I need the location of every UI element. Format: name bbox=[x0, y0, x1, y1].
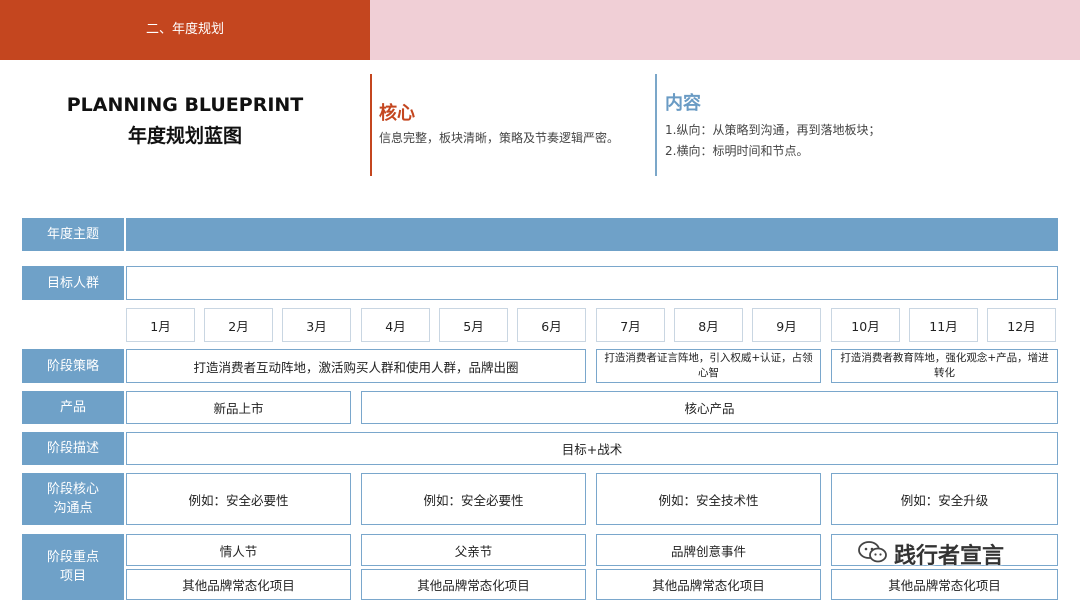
top-banner: 二、年度规划 bbox=[0, 0, 1080, 60]
month-cell: 4月 bbox=[361, 308, 430, 342]
row-label-communication: 阶段核心 沟通点 bbox=[22, 473, 124, 525]
content-text: 1.纵向：从策略到沟通，再到落地板块； 2.横向：标明时间和节点。 bbox=[665, 120, 880, 162]
row-label-theme: 年度主题 bbox=[22, 218, 124, 251]
month-cell: 9月 bbox=[752, 308, 821, 342]
month-cell: 7月 bbox=[596, 308, 665, 342]
key-project-cell: 父亲节 bbox=[361, 534, 586, 566]
blueprint-title: PLANNING BLUEPRINT 年度规划蓝图 bbox=[40, 90, 330, 152]
audience-value-cell bbox=[126, 266, 1058, 300]
banner-fill bbox=[370, 0, 1080, 60]
section-title: 二、年度规划 bbox=[0, 0, 370, 60]
row-label-communication-line2: 沟通点 bbox=[53, 501, 93, 516]
row-label-audience: 目标人群 bbox=[22, 266, 124, 300]
strategy-cell: 打造消费者互动阵地，激活购买人群和使用人群，品牌出圈 bbox=[126, 349, 586, 383]
core-text: 信息完整，板块清晰，策略及节奏逻辑严密。 bbox=[379, 131, 620, 145]
communication-cell: 例如：安全必要性 bbox=[126, 473, 351, 525]
month-cell: 11月 bbox=[909, 308, 978, 342]
routine-project-cell: 其他品牌常态化项目 bbox=[596, 569, 821, 600]
routine-project-cell: 其他品牌常态化项目 bbox=[361, 569, 586, 600]
month-cell: 5月 bbox=[439, 308, 508, 342]
key-project-cell: 情人节 bbox=[126, 534, 351, 566]
content-line-2: 2.横向：标明时间和节点。 bbox=[665, 144, 809, 158]
watermark-text: 践行者宣言 bbox=[894, 544, 1005, 569]
communication-cell: 例如：安全升级 bbox=[831, 473, 1058, 525]
month-cell: 6月 bbox=[517, 308, 586, 342]
core-divider bbox=[370, 74, 372, 176]
row-label-product: 产品 bbox=[22, 391, 124, 424]
product-cell: 新品上市 bbox=[126, 391, 351, 424]
month-cell: 1月 bbox=[126, 308, 195, 342]
row-label-description: 阶段描述 bbox=[22, 432, 124, 465]
routine-project-cell: 其他品牌常态化项目 bbox=[126, 569, 351, 600]
blueprint-title-cn: 年度规划蓝图 bbox=[127, 125, 242, 147]
strategy-cell: 打造消费者教育阵地，强化观念+产品，增进转化 bbox=[831, 349, 1058, 383]
core-heading: 核心 bbox=[379, 103, 415, 124]
communication-cell: 例如：安全必要性 bbox=[361, 473, 586, 525]
key-project-cell: 品牌创意事件 bbox=[596, 534, 821, 566]
month-cell: 3月 bbox=[282, 308, 351, 342]
watermark: 践行者宣言 bbox=[858, 538, 1004, 570]
row-label-strategy: 阶段策略 bbox=[22, 349, 124, 383]
content-line-1: 1.纵向：从策略到沟通，再到落地板块； bbox=[665, 123, 881, 137]
description-cell: 目标+战术 bbox=[126, 432, 1058, 465]
month-cell: 10月 bbox=[831, 308, 900, 342]
row-label-key-projects: 阶段重点 项目 bbox=[22, 534, 124, 600]
month-cell: 2月 bbox=[204, 308, 273, 342]
wechat-icon bbox=[858, 540, 888, 569]
month-cell: 12月 bbox=[987, 308, 1056, 342]
routine-project-cell: 其他品牌常态化项目 bbox=[831, 569, 1058, 600]
row-label-key-projects-line2: 项目 bbox=[59, 569, 86, 584]
content-divider bbox=[655, 74, 657, 176]
product-cell: 核心产品 bbox=[361, 391, 1058, 424]
content-heading: 内容 bbox=[665, 93, 701, 114]
strategy-cell: 打造消费者证言阵地，引入权威+认证，占领心智 bbox=[596, 349, 821, 383]
month-cell: 8月 bbox=[674, 308, 743, 342]
row-label-communication-line1: 阶段核心 bbox=[46, 482, 99, 497]
blueprint-title-en: PLANNING BLUEPRINT bbox=[66, 94, 304, 116]
communication-cell: 例如：安全技术性 bbox=[596, 473, 821, 525]
theme-value-bar bbox=[126, 218, 1058, 251]
row-label-key-projects-line1: 阶段重点 bbox=[46, 550, 99, 565]
